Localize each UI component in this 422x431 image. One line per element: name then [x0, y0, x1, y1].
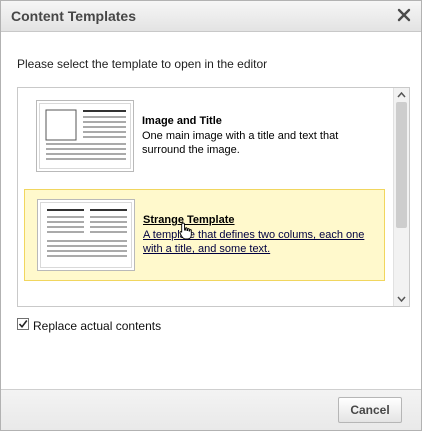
template-list: Image and Title One main image with a ti… [17, 87, 410, 307]
image-title-layout-icon [45, 109, 126, 160]
checkbox-check-icon [18, 320, 28, 329]
content-templates-dialog: Content Templates Please select the temp… [0, 0, 422, 431]
dialog-prompt: Please select the template to open in th… [17, 57, 268, 71]
dialog-footer: Cancel [1, 389, 421, 430]
scroll-up-icon [397, 91, 406, 98]
scroll-down-icon [397, 296, 406, 303]
template-list-scrollbar[interactable] [393, 88, 409, 306]
scroll-up-button[interactable] [394, 88, 409, 102]
replace-contents-label: Replace actual contents [33, 319, 162, 333]
replace-contents-checkbox[interactable] [17, 318, 29, 330]
scroll-down-button[interactable] [394, 292, 409, 306]
hand-cursor-icon [179, 222, 192, 240]
two-columns-layout-icon [47, 209, 127, 257]
close-button[interactable] [395, 6, 413, 24]
scroll-thumb[interactable] [396, 102, 407, 228]
cancel-button[interactable]: Cancel [338, 397, 402, 423]
template-item-strange-template[interactable]: Strange Template A template that defines… [24, 189, 385, 281]
template-title: Image and Title [142, 115, 222, 127]
dialog-titlebar: Content Templates [1, 1, 421, 32]
template-description: A template that defines two colums, each… [143, 229, 365, 255]
template-item-image-and-title[interactable]: Image and Title One main image with a ti… [24, 91, 385, 183]
template-description: One main image with a title and text tha… [142, 130, 339, 156]
template-thumbnail [36, 100, 134, 172]
dialog-title: Content Templates [11, 8, 136, 24]
template-item-partial[interactable] [24, 298, 385, 306]
close-icon [397, 8, 411, 22]
template-thumbnail [37, 199, 135, 271]
